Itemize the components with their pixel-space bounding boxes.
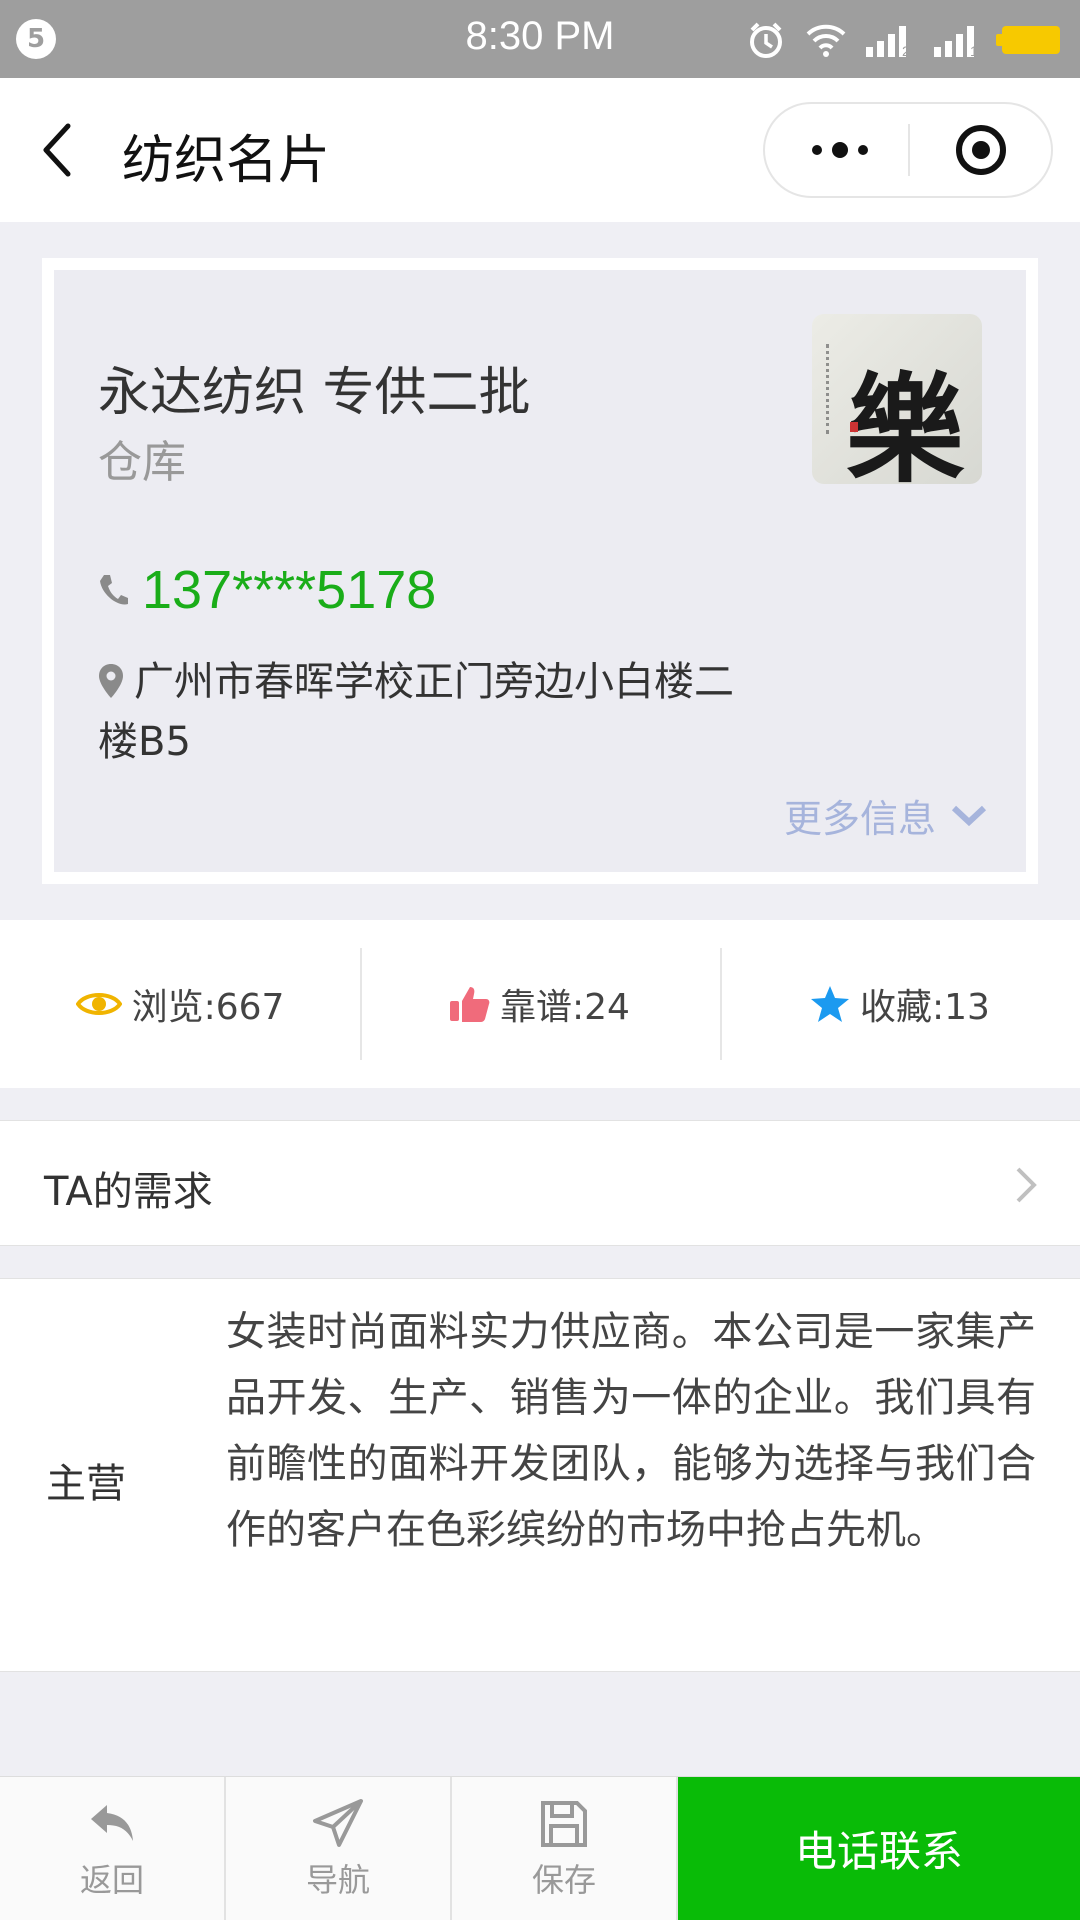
chevron-down-icon bbox=[951, 805, 987, 826]
back-button[interactable]: 返回 bbox=[0, 1777, 226, 1920]
location-pin-icon bbox=[99, 664, 123, 698]
views-count: 浏览:667 bbox=[131, 987, 285, 1028]
nav-bar: 纺织名片 bbox=[0, 78, 1080, 222]
bottom-action-bar: 返回 导航 保存 电话联系 bbox=[0, 1776, 1080, 1920]
capsule-divider bbox=[908, 124, 910, 176]
demand-label: TA的需求 bbox=[44, 1169, 213, 1215]
reliable-count: 靠谱:24 bbox=[500, 987, 630, 1028]
return-arrow-icon bbox=[91, 1805, 133, 1841]
navigate-button[interactable]: 导航 bbox=[226, 1777, 452, 1920]
battery-icon bbox=[996, 26, 1060, 54]
demand-row[interactable]: TA的需求 bbox=[0, 1120, 1080, 1246]
save-label: 保存 bbox=[531, 1861, 596, 1899]
company-category: 仓库 bbox=[98, 437, 186, 488]
phone-number[interactable]: 137****5178 bbox=[142, 559, 436, 621]
stat-views: 浏览:667 bbox=[0, 920, 360, 1088]
signal-icon-1: 2 bbox=[866, 26, 910, 57]
status-bar: 5 8:30 PM 2 1 bbox=[0, 0, 1080, 78]
main-business-text: 女装时尚面料实力供应商。本公司是一家集产品开发、生产、销售为一体的企业。我们具有… bbox=[226, 1309, 1036, 1553]
chevron-right-icon bbox=[1016, 1167, 1037, 1203]
phone-icon bbox=[100, 575, 128, 605]
eye-icon bbox=[75, 993, 122, 1015]
call-button[interactable]: 电话联系 bbox=[678, 1777, 1080, 1920]
phone-row[interactable]: 137****5178 bbox=[98, 560, 436, 620]
more-info-label: 更多信息 bbox=[783, 797, 936, 841]
card-section: 永达纺织 专供二批 仓库 樂 137****5178 广州市春晖学校正门旁边小白… bbox=[0, 222, 1080, 920]
mini-program-capsule bbox=[763, 102, 1053, 198]
avatar-glyph: 樂 bbox=[846, 360, 965, 484]
thumbs-up-icon bbox=[450, 987, 490, 1022]
alarm-icon bbox=[750, 22, 782, 58]
favorites-count: 收藏:13 bbox=[860, 987, 990, 1028]
avatar-seal bbox=[850, 422, 858, 432]
more-dots-icon[interactable] bbox=[805, 104, 875, 196]
company-name: 永达纺织 专供二批 bbox=[98, 363, 531, 423]
stat-favorites[interactable]: 收藏:13 bbox=[720, 920, 1080, 1088]
target-circle-icon[interactable] bbox=[955, 124, 1007, 176]
floppy-disk-icon bbox=[541, 1801, 587, 1847]
status-icons: 2 1 bbox=[746, 18, 1060, 62]
address-row[interactable]: 广州市春晖学校正门旁边小白楼二楼B5 bbox=[98, 652, 748, 772]
signal-icon-2: 1 bbox=[934, 26, 978, 57]
navigate-label: 导航 bbox=[305, 1861, 370, 1899]
star-icon bbox=[811, 986, 850, 1022]
svg-text:1: 1 bbox=[970, 43, 978, 57]
business-card-frame: 永达纺织 专供二批 仓库 樂 137****5178 广州市春晖学校正门旁边小白… bbox=[42, 258, 1038, 884]
avatar-calligraphy-stroke bbox=[826, 344, 844, 434]
svg-text:2: 2 bbox=[902, 43, 910, 57]
back-arrow-icon[interactable] bbox=[36, 120, 80, 180]
save-button[interactable]: 保存 bbox=[452, 1777, 678, 1920]
avatar[interactable]: 樂 bbox=[812, 314, 982, 484]
paper-plane-icon bbox=[313, 1799, 363, 1847]
stat-reliable[interactable]: 靠谱:24 bbox=[360, 920, 720, 1088]
wifi-icon bbox=[806, 24, 846, 57]
more-info-link[interactable]: 更多信息 bbox=[784, 788, 988, 843]
main-business-label: 主营 bbox=[46, 1461, 126, 1507]
page-title: 纺织名片 bbox=[122, 131, 331, 191]
main-business-section: 主营 女装时尚面料实力供应商。本公司是一家集产品开发、生产、销售为一体的企业。我… bbox=[0, 1278, 1080, 1672]
back-label: 返回 bbox=[79, 1861, 144, 1899]
stats-bar: 浏览:667 靠谱:24 收藏:13 bbox=[0, 920, 1080, 1088]
business-card: 永达纺织 专供二批 仓库 樂 137****5178 广州市春晖学校正门旁边小白… bbox=[54, 270, 1026, 872]
address-text: 广州市春晖学校正门旁边小白楼二楼B5 bbox=[98, 659, 734, 765]
